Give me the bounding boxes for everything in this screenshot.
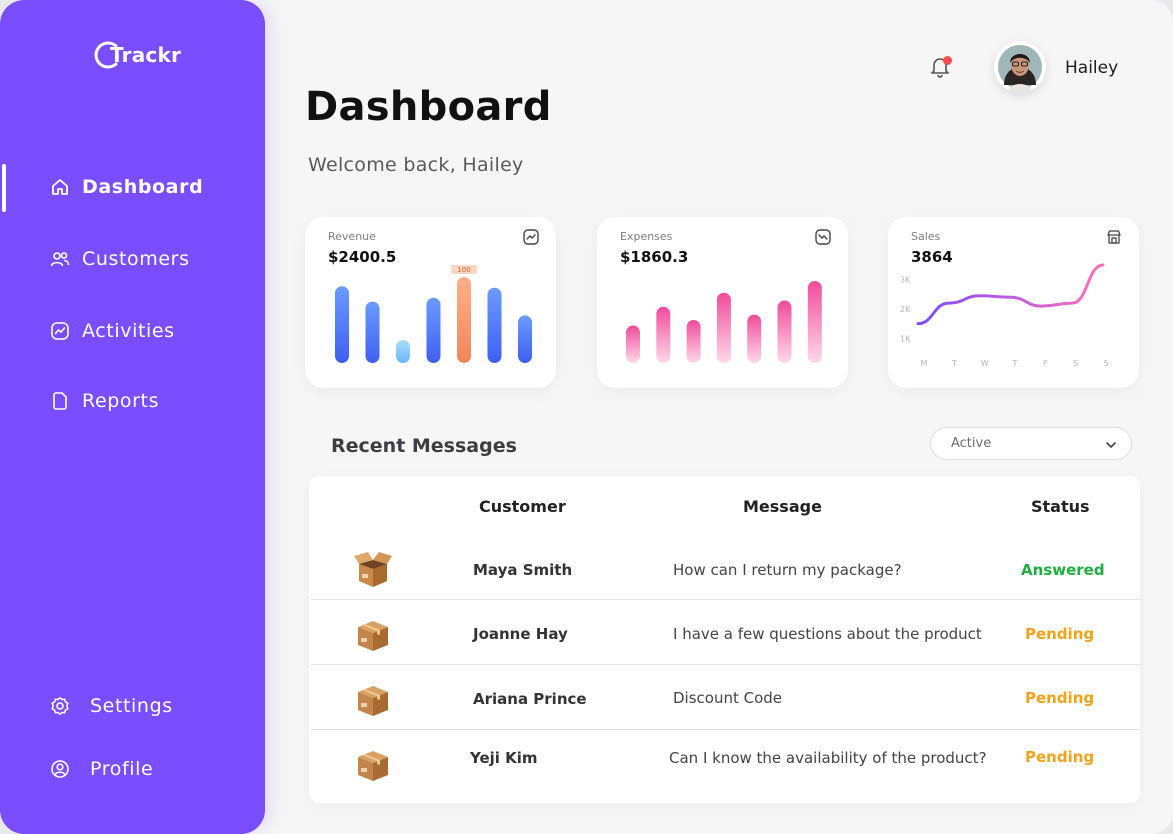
user-name[interactable]: Hailey	[1065, 58, 1118, 78]
customer-name: Yeji Kim	[470, 749, 538, 767]
status-label: Pending	[1025, 689, 1095, 707]
sidebar-item-dashboard[interactable]: Dashboard	[50, 176, 203, 198]
sidebar-item-label: Dashboard	[82, 176, 204, 198]
customer-name: Joanne Hay	[473, 625, 568, 643]
expenses-bar	[626, 325, 640, 363]
sales-series-line	[916, 263, 1105, 326]
message-text: Can I know the availability of the produ…	[669, 749, 987, 767]
table-row[interactable]: Joanne Hay I have a few questions about …	[311, 601, 1140, 665]
status-label: Answered	[1021, 561, 1105, 579]
document-icon	[53, 392, 67, 410]
revenue-bar	[396, 339, 410, 363]
y-tick-label: 3K	[900, 276, 911, 285]
customer-name: Maya Smith	[473, 561, 573, 579]
revenue-card[interactable]: Revenue $2400.5 100	[305, 217, 556, 388]
data-label: 100	[457, 266, 470, 274]
revenue-bar	[335, 286, 349, 363]
x-tick-label: T	[951, 359, 957, 368]
sales-line-chart: 1K 2K 3K M T W T F S S	[900, 263, 1109, 368]
sidebar-item-label: Profile	[90, 758, 154, 780]
message-text: I have a few questions about the product	[673, 625, 982, 643]
revenue-bar	[518, 315, 532, 363]
gear-icon	[51, 697, 69, 715]
customer-name: Ariana Prince	[473, 690, 587, 708]
sidebar-item-label: Customers	[82, 248, 190, 270]
open-box-icon	[354, 552, 392, 587]
table-row[interactable]: Maya Smith How can I return my package? …	[311, 536, 1140, 600]
avatar-image	[998, 45, 1042, 93]
sidebar-item-activities[interactable]: Activities	[50, 320, 175, 342]
revenue-bar-chart: 100	[335, 265, 532, 363]
table-row[interactable]: Yeji Kim Can I know the availability of …	[311, 731, 1140, 795]
active-nav-indicator	[2, 164, 6, 212]
avatar[interactable]	[994, 41, 1046, 93]
logo[interactable]: Trackr	[94, 40, 181, 70]
sidebar-item-customers[interactable]: Customers	[50, 248, 190, 270]
revenue-bar	[487, 287, 502, 363]
sidebar: Trackr Dashboard Customers Activities Re…	[0, 0, 265, 834]
y-tick-label: 2K	[900, 305, 911, 314]
filter-value: Active	[951, 436, 992, 451]
status-label: Pending	[1025, 625, 1095, 643]
expenses-bar	[777, 300, 792, 363]
box-icon	[358, 621, 388, 651]
page-title: Dashboard	[305, 84, 552, 130]
expenses-bar-chart	[626, 281, 822, 363]
expenses-bar	[807, 281, 822, 363]
welcome-message: Welcome back, Hailey	[308, 154, 524, 176]
messages-table: Customer Message Status Maya Smith How c…	[309, 476, 1140, 803]
x-tick-label: T	[1012, 359, 1018, 368]
user-circle-icon	[51, 760, 69, 778]
expenses-bar	[747, 314, 762, 363]
users-icon	[50, 252, 70, 267]
message-text: How can I return my package?	[673, 561, 902, 579]
sidebar-item-settings[interactable]: Settings	[50, 695, 173, 717]
x-tick-label: M	[921, 359, 928, 368]
notification-dot	[943, 56, 952, 65]
chevron-down-icon	[1106, 442, 1116, 449]
logo-text: Trackr	[110, 43, 182, 67]
expenses-card[interactable]: Expenses $1860.3	[597, 217, 848, 388]
column-header-customer[interactable]: Customer	[479, 497, 566, 516]
x-tick-label: S	[1103, 359, 1108, 368]
activity-icon	[51, 322, 69, 340]
revenue-bar	[426, 297, 441, 363]
box-icon	[358, 751, 388, 781]
recent-messages-title: Recent Messages	[331, 435, 517, 457]
sidebar-item-label: Reports	[82, 390, 160, 412]
sales-card[interactable]: Sales 3864 1K 2K 3K M T W T F S S	[888, 217, 1139, 388]
status-label: Pending	[1025, 748, 1095, 766]
x-tick-label: F	[1043, 359, 1048, 368]
sidebar-item-reports[interactable]: Reports	[50, 390, 159, 412]
expenses-bar	[686, 320, 701, 363]
y-tick-label: 1K	[900, 334, 911, 343]
expenses-bar	[716, 292, 731, 363]
box-icon	[358, 686, 388, 716]
revenue-bar	[457, 277, 471, 363]
column-header-message[interactable]: Message	[743, 497, 822, 516]
revenue-bar	[365, 301, 380, 363]
status-filter-dropdown[interactable]: Active	[930, 427, 1132, 460]
message-text: Discount Code	[673, 689, 783, 707]
column-header-status[interactable]: Status	[1031, 497, 1090, 516]
x-tick-label: W	[981, 359, 989, 368]
sidebar-item-profile[interactable]: Profile	[50, 758, 153, 780]
table-row[interactable]: Ariana Prince Discount Code Pending	[311, 666, 1140, 730]
home-icon	[52, 179, 68, 195]
x-tick-label: S	[1073, 359, 1078, 368]
app-window: Trackr Dashboard Customers Activities Re…	[0, 0, 1173, 834]
expenses-bar	[656, 306, 671, 363]
sidebar-item-label: Activities	[82, 320, 175, 342]
sidebar-item-label: Settings	[90, 695, 173, 717]
